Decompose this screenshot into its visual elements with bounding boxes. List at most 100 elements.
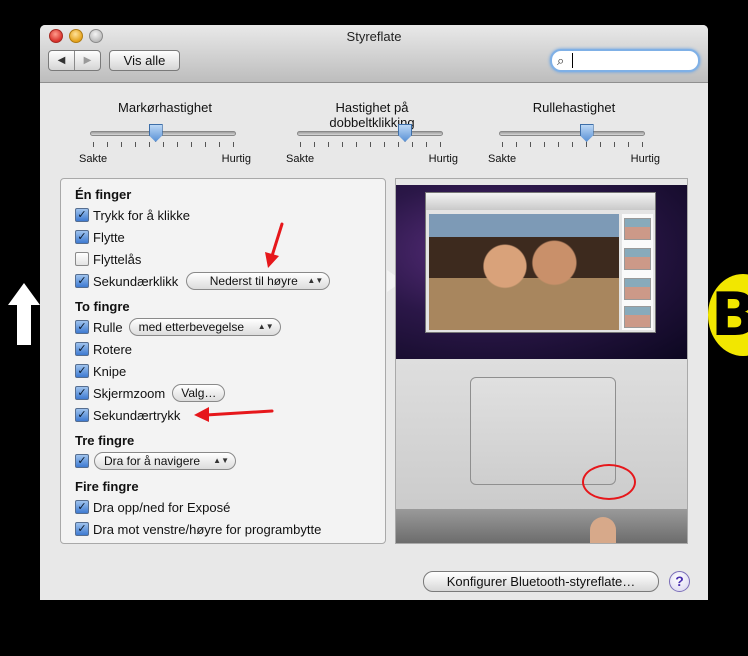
slider-min-label: Sakte xyxy=(79,153,108,165)
app-switch-option[interactable]: ✓ Dra mot venstre/høyre for programbytte xyxy=(75,520,321,538)
popup-arrows-icon: ▲▼ xyxy=(307,276,324,285)
slider-tick xyxy=(586,142,587,147)
slider-tick xyxy=(300,142,301,147)
slider-tick xyxy=(516,142,517,147)
forward-button[interactable]: ▶ xyxy=(75,51,100,70)
slider-ticks xyxy=(93,142,234,147)
three-finger-navigate-option[interactable]: ✓ Dra for å navigere ▲▼ xyxy=(75,452,236,470)
slider-tick xyxy=(384,142,385,147)
slider-tick xyxy=(205,142,206,147)
slider-tick xyxy=(600,142,601,147)
slider-tick xyxy=(121,142,122,147)
preview-menubar xyxy=(396,179,687,185)
show-all-button[interactable]: Vis alle xyxy=(109,50,180,71)
slider-tick xyxy=(544,142,545,147)
checkbox[interactable]: ✓ xyxy=(75,386,89,400)
slider-thumb[interactable] xyxy=(398,124,413,142)
slider-tick xyxy=(614,142,615,147)
slider-label: Markørhastighet xyxy=(118,100,212,115)
option-label: Rotere xyxy=(93,341,133,357)
preview-photo xyxy=(429,214,619,330)
preview-laptop-edge xyxy=(396,509,687,543)
slider-label: Hastighet på dobbeltklikking xyxy=(329,100,415,130)
checkbox[interactable]: ✓ xyxy=(75,454,89,468)
checkbox[interactable]: ✓ xyxy=(75,364,89,378)
slider-max-label: Hurtig xyxy=(630,153,660,165)
slider-tick xyxy=(370,142,371,147)
gesture-options-panel: Én finger ✓ Trykk for å klikke ✓ Flytte … xyxy=(60,178,403,544)
checkbox[interactable]: ✓ xyxy=(75,408,89,422)
expose-option[interactable]: ✓ Dra opp/ned for Exposé xyxy=(75,498,230,516)
back-arrow-icon: ◀ xyxy=(57,55,66,66)
navigation-segment: ◀ ▶ xyxy=(48,50,101,71)
secondary-tap-option[interactable]: ✓ Sekundærtrykk xyxy=(75,406,180,424)
slider-track[interactable] xyxy=(499,131,645,136)
checkbox[interactable]: ✓ xyxy=(75,500,89,514)
secondary-click-option[interactable]: ✓ Sekundærklikk Nederst til høyre ▲▼ xyxy=(75,272,331,290)
slider-max-label: Hurtig xyxy=(428,153,458,165)
popup-value: Nederst til høyre xyxy=(209,274,298,288)
preview-screen xyxy=(396,179,687,359)
popup-arrows-icon: ▲▼ xyxy=(213,456,229,465)
slider-tick xyxy=(356,142,357,147)
slider-tick xyxy=(412,142,413,147)
highlight-circle xyxy=(582,464,636,500)
move-option[interactable]: ✓ Flytte xyxy=(75,228,125,246)
section-two-fingers: To fingre xyxy=(75,299,130,314)
checkbox[interactable]: ✓ xyxy=(75,252,89,266)
configure-bluetooth-trackpad-button[interactable]: Konfigurer Bluetooth-styreflate… xyxy=(423,571,659,592)
section-four-fingers: Fire fingre xyxy=(75,479,139,494)
popup-value: Dra for å navigere xyxy=(104,454,201,468)
screen-zoom-option[interactable]: ✓ Skjermzoom Valg… xyxy=(75,384,226,402)
slider-tick xyxy=(628,142,629,147)
slider-thumb[interactable] xyxy=(148,124,163,142)
magnifier-icon: ⌕ xyxy=(557,53,565,68)
slider-track[interactable] xyxy=(297,131,443,136)
option-label: Trykk for å klikke xyxy=(93,207,191,223)
option-label: Dra mot venstre/høyre for programbytte xyxy=(93,521,322,537)
slider-tick xyxy=(642,142,643,147)
search-input[interactable] xyxy=(572,53,692,68)
scroll-mode-popup[interactable]: med etterbevegelse ▲▼ xyxy=(128,318,281,336)
slider-label: Rullehastighet xyxy=(532,100,616,115)
checkbox[interactable]: ✓ xyxy=(75,208,89,222)
annotation-arrow-icon xyxy=(265,222,284,268)
help-button[interactable]: ? xyxy=(669,571,690,592)
checkbox[interactable]: ✓ xyxy=(75,230,89,244)
slider-max-label: Hurtig xyxy=(221,153,251,165)
option-label: Dra opp/ned for Exposé xyxy=(93,499,231,515)
rotate-option[interactable]: ✓ Rotere xyxy=(75,340,132,358)
slider-tick xyxy=(149,142,150,147)
slider-min-label: Sakte xyxy=(286,153,315,165)
drag-lock-option[interactable]: ✓ Flyttelås xyxy=(75,250,141,268)
thumbnail xyxy=(624,248,651,270)
thumbnail xyxy=(624,218,651,240)
three-finger-popup[interactable]: Dra for å navigere ▲▼ xyxy=(94,452,236,470)
option-label: Knipe xyxy=(93,363,127,379)
pinch-option[interactable]: ✓ Knipe xyxy=(75,362,126,380)
slider-track[interactable] xyxy=(90,131,236,136)
slider-tick xyxy=(93,142,94,147)
popup-arrows-icon: ▲▼ xyxy=(257,322,274,331)
scroll-option[interactable]: ✓ Rulle med etterbevegelse ▲▼ xyxy=(75,318,281,336)
search-field[interactable]: ⌕ xyxy=(550,49,700,72)
section-one-finger: Én finger xyxy=(75,187,132,202)
checkbox[interactable]: ✓ xyxy=(75,274,89,288)
titlebar: Styreflate ◀ ▶ Vis alle ⌕ xyxy=(40,25,708,83)
tap-to-click-option[interactable]: ✓ Trykk for å klikke xyxy=(75,206,190,224)
slider-tick xyxy=(177,142,178,147)
slider-tick xyxy=(191,142,192,147)
checkbox[interactable]: ✓ xyxy=(75,342,89,356)
zoom-options-button[interactable]: Valg… xyxy=(172,384,226,402)
checkbox[interactable]: ✓ xyxy=(75,522,89,536)
slider-tick xyxy=(530,142,531,147)
checkbox[interactable]: ✓ xyxy=(75,320,89,334)
slider-thumb[interactable] xyxy=(579,124,594,142)
option-label: Flytte xyxy=(93,229,125,245)
section-three-fingers: Tre fingre xyxy=(75,433,135,448)
slider-tick xyxy=(502,142,503,147)
back-button[interactable]: ◀ xyxy=(49,51,75,70)
secondary-click-popup[interactable]: Nederst til høyre ▲▼ xyxy=(186,272,331,290)
slider-tick xyxy=(328,142,329,147)
badge-icon: B xyxy=(708,274,748,356)
